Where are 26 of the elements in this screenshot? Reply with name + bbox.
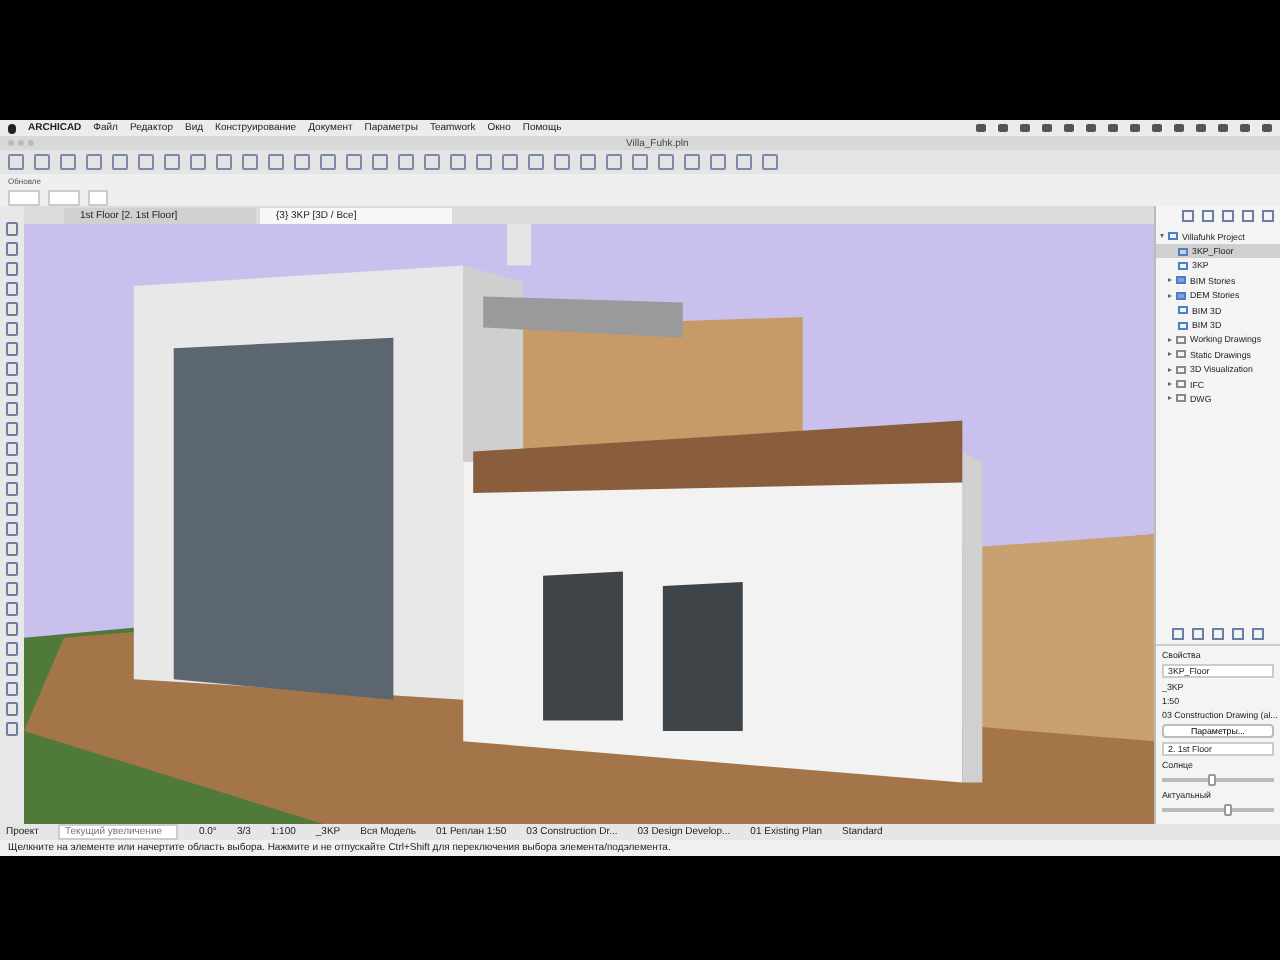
- status-icon[interactable]: [1064, 124, 1074, 132]
- caret-icon[interactable]: [1168, 396, 1172, 401]
- status-icon[interactable]: [976, 124, 986, 132]
- project-icon: [1168, 232, 1178, 241]
- slider-thumb[interactable]: [1224, 804, 1233, 816]
- apple-icon[interactable]: [8, 123, 16, 133]
- caret-icon[interactable]: [1168, 278, 1172, 283]
- status-icon[interactable]: [1218, 124, 1228, 132]
- caret-icon[interactable]: [1168, 367, 1172, 372]
- status-icon[interactable]: [1152, 124, 1162, 132]
- status-icon[interactable]: [1108, 124, 1118, 132]
- caret-icon[interactable]: [1160, 234, 1164, 239]
- status-icon[interactable]: [1130, 124, 1140, 132]
- status-icon[interactable]: [1196, 124, 1206, 132]
- status-icon[interactable]: [1174, 124, 1184, 132]
- slider-thumb[interactable]: [1207, 774, 1216, 786]
- status-icon[interactable]: [1262, 124, 1272, 132]
- caret-icon[interactable]: [1168, 382, 1172, 387]
- caret-icon[interactable]: [1168, 337, 1172, 342]
- status-icon[interactable]: [1240, 124, 1250, 132]
- caret-icon[interactable]: [1168, 352, 1172, 357]
- status-icon[interactable]: [1086, 124, 1096, 132]
- status-icon[interactable]: [998, 124, 1008, 132]
- status-icon[interactable]: [1020, 124, 1030, 132]
- caret-icon[interactable]: [1168, 293, 1172, 298]
- status-icon[interactable]: [1042, 124, 1052, 132]
